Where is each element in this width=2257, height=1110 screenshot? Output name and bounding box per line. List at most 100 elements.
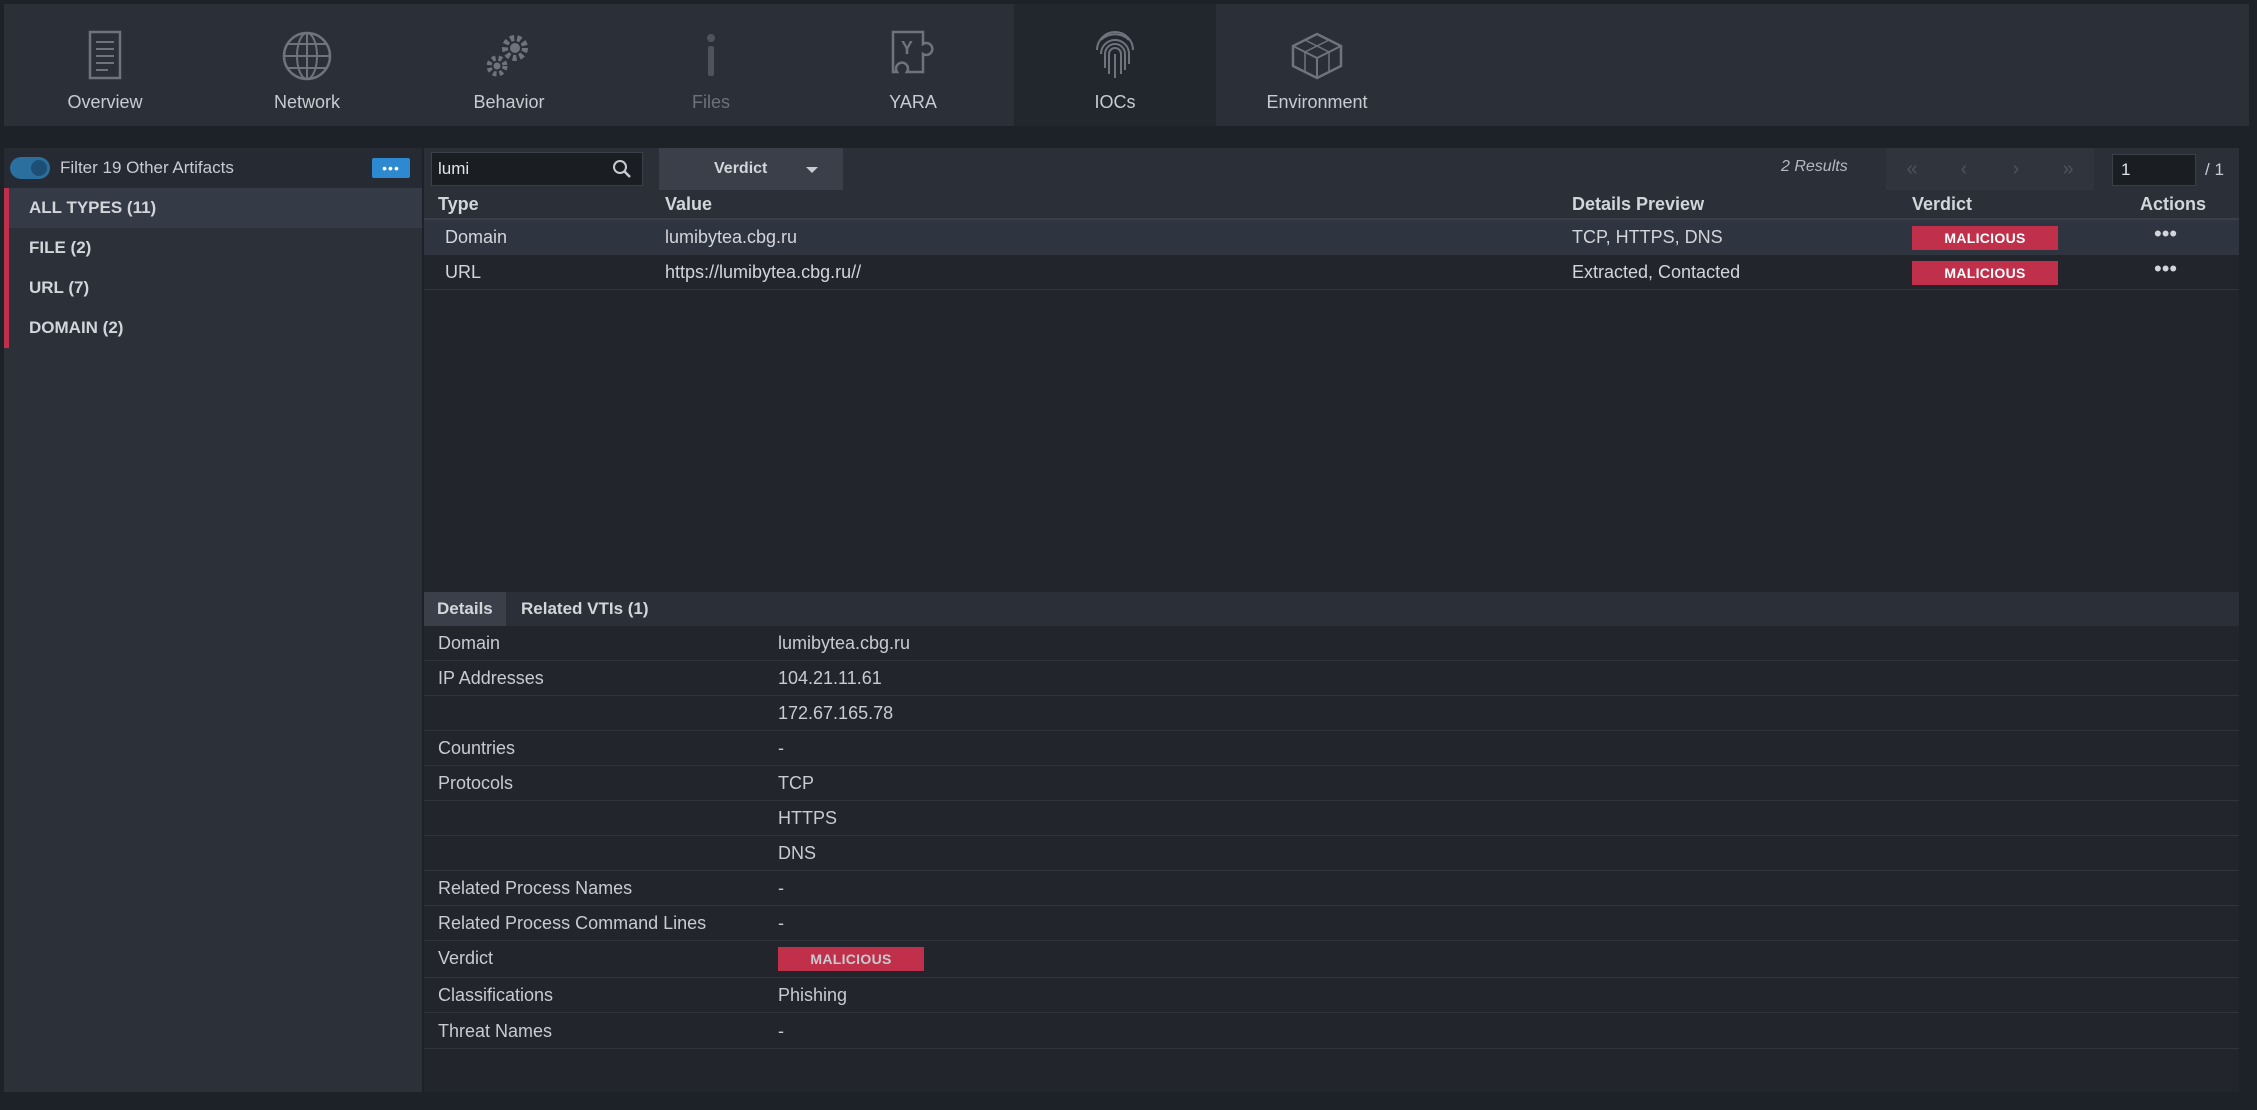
more-options-button[interactable]: ••• [372, 158, 410, 178]
detail-row-protocols: Protocols TCP [424, 766, 2239, 801]
detail-row-ip-addresses-2: 172.67.165.78 [424, 696, 2239, 731]
search-icon[interactable] [612, 159, 632, 179]
type-filter-all[interactable]: ALL TYPES (11) [4, 188, 422, 228]
detail-value: - [778, 913, 784, 933]
type-filter-domain[interactable]: DOMAIN (2) [4, 308, 422, 348]
results-count: 2 Results [1781, 158, 1848, 175]
detail-value: DNS [778, 843, 817, 863]
tab-network[interactable]: Network [206, 4, 408, 126]
column-header-value[interactable]: Value [665, 194, 712, 215]
column-header-actions: Actions [2140, 194, 2207, 214]
tab-label: Network [273, 92, 340, 112]
detail-value: TCP [778, 773, 814, 793]
detail-row-command-lines: Related Process Command Lines - [424, 906, 2239, 941]
report-tab-bar: Overview Network Behavior Files Y YARA I… [4, 4, 2249, 126]
prev-page-button[interactable]: ‹ [1938, 148, 1990, 190]
search-input[interactable] [432, 159, 612, 179]
row-type: Domain [445, 227, 508, 247]
detail-row-countries: Countries - [424, 731, 2239, 766]
detail-value: - [778, 878, 784, 898]
detail-value: 104.21.11.61 [778, 668, 882, 688]
chevron-down-icon [806, 167, 818, 173]
details-tab-bar: Details Related VTIs (1) [424, 592, 2239, 626]
globe-icon [282, 31, 332, 81]
tab-environment[interactable]: Environment [1216, 4, 1418, 126]
row-actions-button[interactable]: ••• [2154, 221, 2177, 247]
tab-details[interactable]: Details [424, 592, 506, 626]
tab-files[interactable]: Files [610, 4, 812, 126]
search-box [431, 152, 643, 186]
tab-label: Behavior [473, 92, 545, 112]
row-actions-button[interactable]: ••• [2154, 256, 2177, 282]
detail-key: Related Process Command Lines [438, 913, 707, 933]
detail-key: Verdict [438, 948, 494, 968]
detail-row-process-names: Related Process Names - [424, 871, 2239, 906]
verdict-badge: MALICIOUS [778, 947, 924, 971]
detail-key: Threat Names [438, 1021, 553, 1041]
ioc-main-panel: Verdict 2 Results « ‹ › » / 1 Type Value… [424, 148, 2239, 1092]
filter-label: Filter 19 Other Artifacts [60, 158, 234, 177]
detail-value: HTTPS [778, 808, 838, 828]
detail-row-threat-names: Threat Names - [424, 1014, 2239, 1049]
detail-row-protocols-3: DNS [424, 836, 2239, 871]
first-page-button[interactable]: « [1886, 148, 1938, 190]
verdict-filter-label: Verdict [714, 160, 768, 177]
detail-value: Phishing [778, 985, 848, 1005]
document-icon [88, 30, 122, 80]
table-row[interactable]: Domain lumibytea.cbg.ru TCP, HTTPS, DNS … [424, 220, 2239, 255]
detail-row-ip-addresses: IP Addresses 104.21.11.61 [424, 661, 2239, 696]
detail-key: Countries [438, 738, 516, 758]
tab-label: Environment [1266, 92, 1368, 112]
detail-key: Related Process Names [438, 878, 633, 898]
detail-row-protocols-2: HTTPS [424, 801, 2239, 836]
detail-value: - [778, 738, 784, 758]
detail-row-domain: Domain lumibytea.cbg.ru [424, 626, 2239, 661]
detail-key: Domain [438, 633, 501, 653]
detail-row-classifications: Classifications Phishing [424, 978, 2239, 1013]
page-total: / 1 [2205, 160, 2224, 179]
tab-yara[interactable]: Y YARA [812, 4, 1014, 126]
row-value: https://lumibytea.cbg.ru// [665, 262, 862, 282]
row-type: URL [445, 262, 482, 282]
tab-iocs[interactable]: IOCs [1014, 4, 1216, 126]
column-header-verdict[interactable]: Verdict [1912, 194, 1972, 215]
filter-toggle[interactable] [10, 157, 50, 179]
type-filter-url[interactable]: URL (7) [4, 268, 422, 308]
gears-icon [486, 35, 528, 77]
detail-row-verdict: Verdict MALICIOUS [424, 941, 2239, 978]
row-details: TCP, HTTPS, DNS [1572, 227, 1723, 247]
svg-text:Y: Y [901, 38, 913, 58]
last-page-button[interactable]: » [2042, 148, 2094, 190]
type-filter-file[interactable]: FILE (2) [4, 228, 422, 268]
artifact-type-panel: Filter 19 Other Artifacts ••• ALL TYPES … [4, 148, 422, 1092]
ioc-table-header: Type Value Details Preview Verdict Actio… [424, 190, 2239, 220]
detail-value: lumibytea.cbg.ru [778, 633, 911, 653]
tab-related-vtis[interactable]: Related VTIs (1) [508, 592, 662, 626]
column-header-details[interactable]: Details Preview [1572, 194, 1704, 215]
fingerprint-icon [1096, 31, 1134, 78]
info-icon [707, 34, 715, 76]
tab-overview[interactable]: Overview [4, 4, 206, 126]
detail-key: Classifications [438, 985, 554, 1005]
detail-value: 172.67.165.78 [778, 703, 894, 723]
tab-label: IOCs [1094, 92, 1136, 112]
tab-label: YARA [889, 92, 937, 112]
row-value: lumibytea.cbg.ru [665, 227, 798, 247]
verdict-badge: MALICIOUS [1912, 261, 2058, 285]
detail-key: Protocols [438, 773, 514, 793]
verdict-badge: MALICIOUS [1912, 226, 2058, 250]
yara-icon: Y [891, 30, 934, 74]
tab-label: Files [691, 92, 730, 112]
page-number-input[interactable] [2112, 154, 2196, 186]
table-row[interactable]: URL https://lumibytea.cbg.ru// Extracted… [424, 255, 2239, 290]
filter-bar: Filter 19 Other Artifacts ••• [4, 148, 422, 188]
ioc-toolbar: Verdict 2 Results « ‹ › » / 1 [424, 148, 2239, 190]
tab-behavior[interactable]: Behavior [408, 4, 610, 126]
next-page-button[interactable]: › [1990, 148, 2042, 190]
detail-value: - [778, 1021, 784, 1041]
detail-key: IP Addresses [438, 668, 544, 688]
verdict-filter-dropdown[interactable]: Verdict [659, 148, 843, 190]
tab-label: Overview [67, 92, 143, 112]
column-header-type[interactable]: Type [438, 194, 479, 215]
row-details: Extracted, Contacted [1572, 262, 1741, 282]
